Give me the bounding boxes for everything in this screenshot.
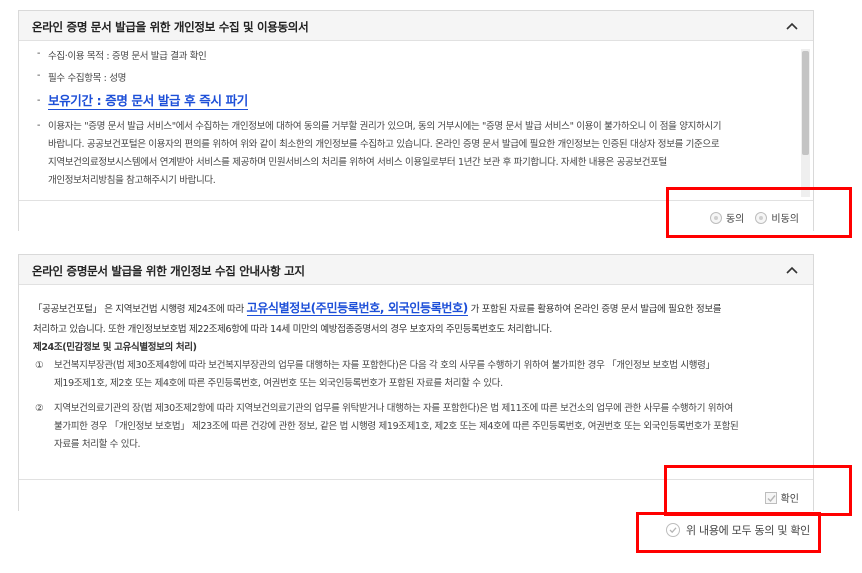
item-line: 보건복지부장관(법 제30조제4항에 따라 보건복지부장관의 업무를 대행하는 … [54, 360, 715, 371]
intro-line-2: 처리하고 있습니다. 또한 개인정보보호법 제22조제6항에 따라 14세 미만… [33, 324, 552, 335]
chevron-up-icon[interactable] [785, 20, 799, 32]
scrollbar[interactable] [801, 49, 810, 197]
annotation-box [664, 465, 852, 516]
notice-item: 이용자는 "증명 문서 발급 서비스"에서 수집하는 개인정보에 대하여 동의를… [33, 117, 783, 190]
panel-header[interactable]: 온라인 증명 문서 발급을 위한 개인정보 수집 및 이용동의서 [19, 11, 813, 41]
annotation-box [636, 512, 821, 553]
item-line: 불가피한 경우 「개인정보 보호법」 제23조에 따른 건강에 관한 정보, 같… [54, 421, 739, 432]
article-item: ② 지역보건의료기관의 장(법 제30조제2항에 따라 지역보건의료기관의 업무… [33, 400, 799, 454]
intro-highlight: 고유식별정보(주민등록번호, 외국인등록번호) [246, 301, 468, 316]
notice-body: 「공공보건포털」 은 지역보건법 시행령 제24조에 따라 고유식별정보(주민등… [19, 285, 813, 454]
intro-line: 「공공보건포털」 은 지역보건법 시행령 제24조에 따라 고유식별정보(주민등… [33, 297, 799, 321]
notice-line: 바랍니다. 공공보건포털은 이용자의 편의를 위하여 위와 같이 최소한의 개인… [48, 139, 720, 150]
item-number: ① [35, 360, 44, 371]
purpose-item: 수집·이용 목적 : 증명 문서 발급 결과 확인 [33, 47, 783, 69]
intro-after: 가 포함된 자료를 활용하여 온라인 증명 문서 발급에 필요한 정보를 [467, 304, 722, 315]
item-number: ② [35, 403, 44, 414]
consent-body: 수집·이용 목적 : 증명 문서 발급 결과 확인 필수 수집항목 : 성명 보… [19, 41, 797, 199]
retention-text: 보유기간 : 증명 문서 발급 후 즉시 파기 [48, 93, 248, 110]
item-line: 자료를 처리할 수 있다. [54, 439, 141, 450]
article-heading: 제24조(민감정보 및 고유식별정보의 처리) [33, 342, 197, 353]
annotation-box [666, 187, 852, 238]
intro-before: 「공공보건포털」 은 지역보건법 시행령 제24조에 따라 [33, 304, 247, 315]
notice-line: 지역보건의료정보시스템에서 연계받아 서비스를 제공하며 민원서비스의 처리를 … [48, 157, 667, 168]
item-line: 제19조제1호, 제2호 또는 제4호에 따른 주민등록번호, 여권번호 또는 … [54, 378, 503, 389]
retention-item: 보유기간 : 증명 문서 발급 후 즉시 파기 [33, 91, 783, 117]
chevron-up-icon[interactable] [785, 264, 799, 276]
panel-title: 온라인 증명문서 발급을 위한 개인정보 수집 안내사항 고지 [32, 264, 305, 278]
article-item: ① 보건복지부장관(법 제30조제4항에 따라 보건복지부장관의 업무를 대행하… [33, 357, 799, 393]
required-items-item: 필수 수집항목 : 성명 [33, 69, 783, 91]
notice-line: 이용자는 "증명 문서 발급 서비스"에서 수집하는 개인정보에 대하여 동의를… [48, 121, 722, 132]
item-line: 지역보건의료기관의 장(법 제30조제2항에 따라 지역보건의료기관의 업무를 … [54, 403, 733, 414]
panel-header[interactable]: 온라인 증명문서 발급을 위한 개인정보 수집 안내사항 고지 [19, 255, 813, 285]
scroll-thumb[interactable] [802, 51, 809, 155]
panel-title: 온라인 증명 문서 발급을 위한 개인정보 수집 및 이용동의서 [32, 20, 309, 34]
